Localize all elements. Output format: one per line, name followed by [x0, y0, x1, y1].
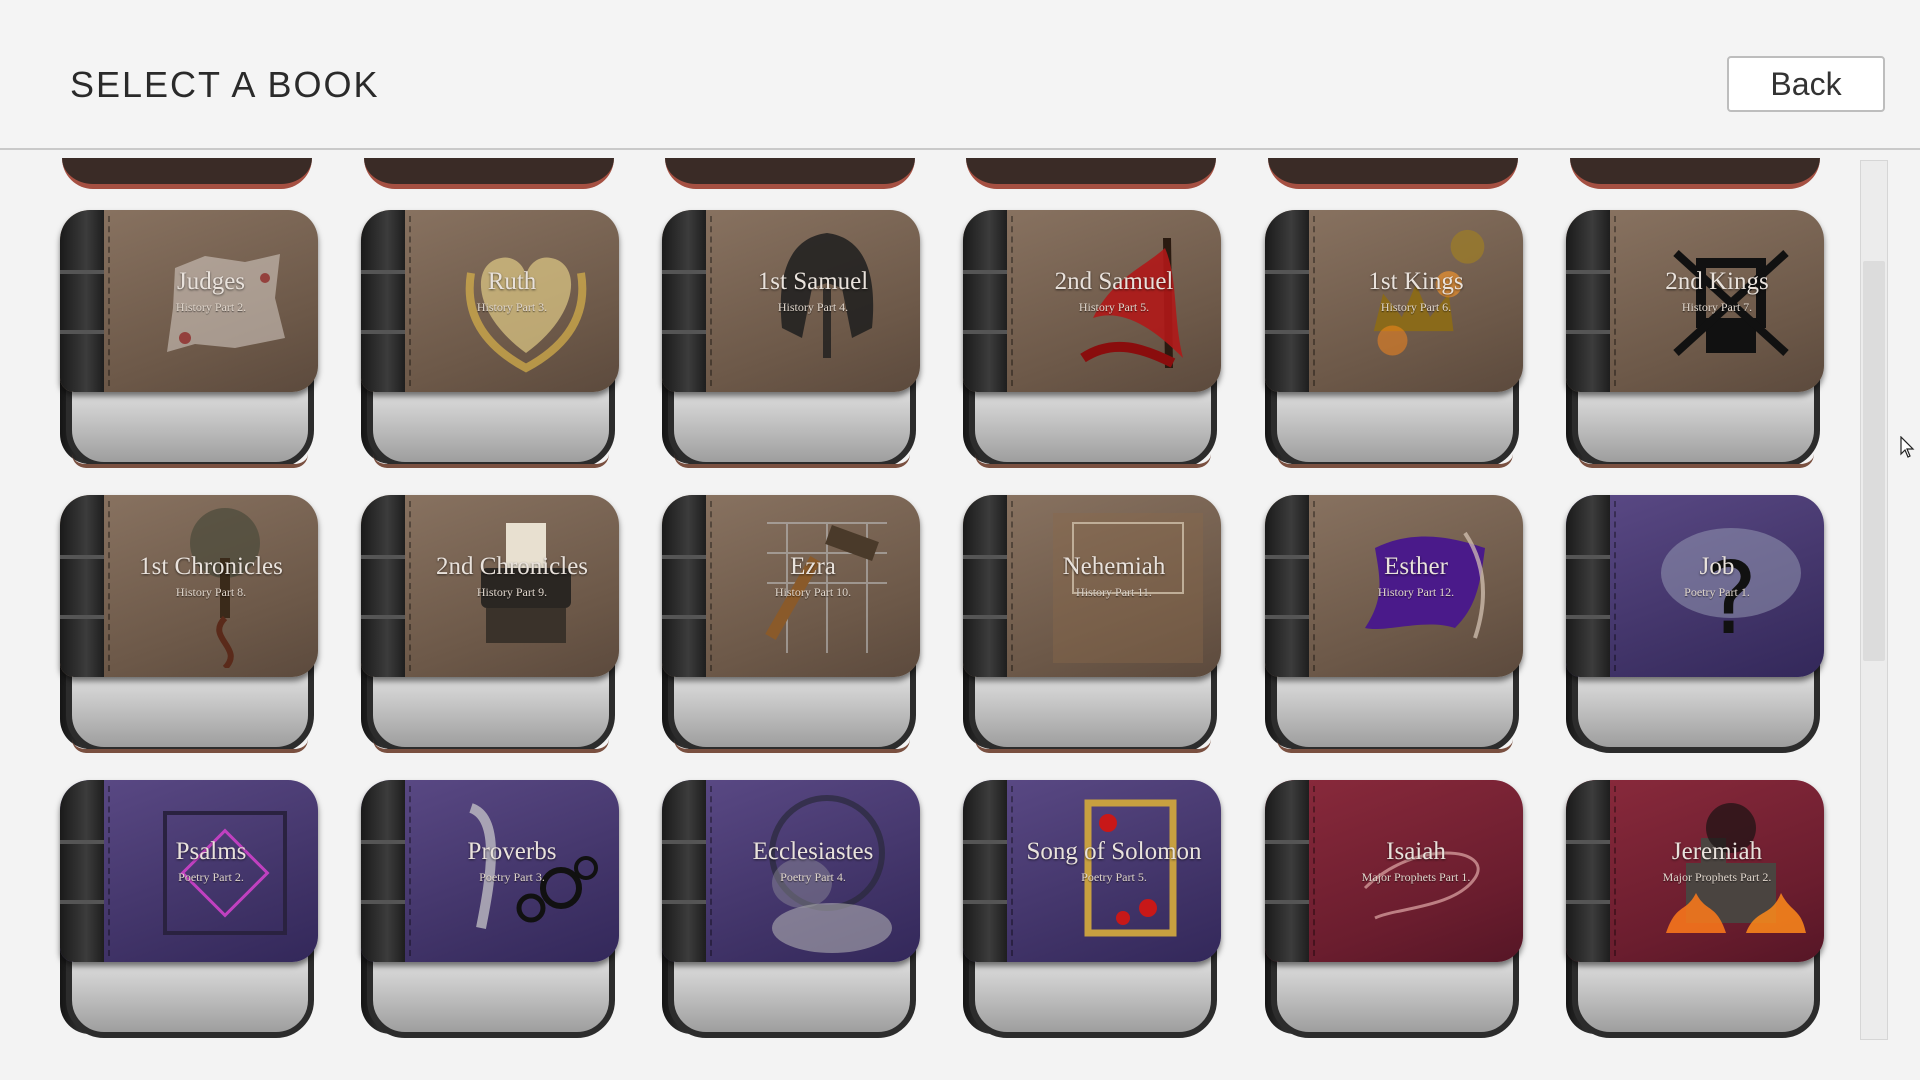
book-cover: Ecclesiastes Poetry Part 4. — [662, 780, 920, 962]
book-title: Jeremiah — [1671, 838, 1763, 865]
book-title: Ezra — [790, 553, 836, 580]
book-cover: 1st Kings History Part 6. — [1265, 210, 1523, 392]
book-ecclesiastes[interactable]: Ecclesiastes Poetry Part 4. — [662, 780, 920, 1038]
book-title: Nehemiah — [1062, 553, 1166, 580]
book-subtitle: History Part 12. — [1377, 585, 1455, 599]
book-esther[interactable]: Esther History Part 12. — [1265, 495, 1523, 753]
book-cover: Song of Solomon Poetry Part 5. — [963, 780, 1221, 962]
book-cover: Psalms Poetry Part 2. — [60, 780, 318, 962]
book-1st-kings[interactable]: 1st Kings History Part 6. — [1265, 210, 1523, 468]
scrollbar[interactable] — [1860, 160, 1888, 1040]
book-cover: Esther History Part 12. — [1265, 495, 1523, 677]
book-subtitle: History Part 11. — [1076, 585, 1152, 599]
mouse-cursor-icon — [1900, 436, 1915, 458]
book-subtitle: History Part 4. — [777, 300, 849, 314]
book-subtitle: Poetry Part 3. — [479, 870, 545, 884]
book-judges[interactable]: Judges History Part 2. — [60, 210, 318, 468]
book-ezra[interactable]: Ezra History Part 10. — [662, 495, 920, 753]
book-cover: 2nd Samuel History Part 5. — [963, 210, 1221, 392]
book-title: Proverbs — [467, 838, 557, 865]
back-button[interactable]: Back — [1727, 56, 1885, 112]
book-cover: Judges History Part 2. — [60, 210, 318, 392]
page-title: SELECT A BOOK — [70, 64, 380, 105]
book-proverbs[interactable]: Proverbs Poetry Part 3. — [361, 780, 619, 1038]
book-cover: 1st Chronicles History Part 8. — [60, 495, 318, 677]
book-title: 1st Samuel — [757, 268, 869, 295]
scroll-thumb[interactable] — [1863, 261, 1885, 661]
book-title: Job — [1699, 553, 1735, 580]
book-cover: 1st Samuel History Part 4. — [662, 210, 920, 392]
book-title: Ecclesiastes — [752, 838, 874, 865]
partial-book[interactable] — [1570, 158, 1820, 189]
book-title: 2nd Chronicles — [435, 553, 589, 580]
book-cover: Isaiah Major Prophets Part 1. — [1265, 780, 1523, 962]
book-subtitle: Major Prophets Part 2. — [1662, 870, 1772, 884]
book-subtitle: Poetry Part 4. — [780, 870, 846, 884]
book-1st-samuel[interactable]: 1st Samuel History Part 4. — [662, 210, 920, 468]
partial-book[interactable] — [665, 158, 915, 189]
book-2nd-chronicles[interactable]: 2nd Chronicles History Part 9. — [361, 495, 619, 753]
book-cover: Proverbs Poetry Part 3. — [361, 780, 619, 962]
book-title: Psalms — [175, 838, 247, 865]
book-cover: Nehemiah History Part 11. — [963, 495, 1221, 677]
book-ruth[interactable]: Ruth History Part 3. — [361, 210, 619, 468]
book-title: 1st Kings — [1368, 268, 1464, 295]
book-job[interactable]: ? Job Poetry Part 1. — [1566, 495, 1824, 753]
book-subtitle: Poetry Part 5. — [1081, 870, 1147, 884]
book-subtitle: Poetry Part 2. — [178, 870, 244, 884]
book-subtitle: History Part 2. — [175, 300, 247, 314]
book-subtitle: Major Prophets Part 1. — [1361, 870, 1471, 884]
book-jeremiah[interactable]: Jeremiah Major Prophets Part 2. — [1566, 780, 1824, 1038]
book-subtitle: History Part 9. — [476, 585, 548, 599]
book-psalms[interactable]: Psalms Poetry Part 2. — [60, 780, 318, 1038]
book-subtitle: History Part 3. — [476, 300, 548, 314]
book-isaiah[interactable]: Isaiah Major Prophets Part 1. — [1265, 780, 1523, 1038]
book-grid: Judges History Part 2. Ruth History Part 3.… — [0, 150, 1850, 1080]
book-song-of-solomon[interactable]: Song of Solomon Poetry Part 5. — [963, 780, 1221, 1038]
book-cover: 2nd Kings History Part 7. — [1566, 210, 1824, 392]
book-cover: Ruth History Part 3. — [361, 210, 619, 392]
book-title: 2nd Samuel — [1054, 268, 1174, 295]
book-title: Ruth — [487, 268, 537, 295]
book-title: 1st Chronicles — [139, 553, 283, 580]
book-cover: Jeremiah Major Prophets Part 2. — [1566, 780, 1824, 962]
header-bar: SELECT A BOOK Back — [0, 0, 1920, 150]
book-cover: ? Job Poetry Part 1. — [1566, 495, 1824, 677]
book-1st-chronicles[interactable]: 1st Chronicles History Part 8. — [60, 495, 318, 753]
book-title: Song of Solomon — [1026, 838, 1202, 865]
book-title: Esther — [1384, 553, 1448, 580]
book-cover: Ezra History Part 10. — [662, 495, 920, 677]
partial-book[interactable] — [966, 158, 1216, 189]
partial-book[interactable] — [1268, 158, 1518, 189]
book-title: Judges — [176, 268, 246, 295]
book-subtitle: Poetry Part 1. — [1684, 585, 1750, 599]
book-subtitle: History Part 8. — [175, 585, 247, 599]
book-subtitle: History Part 5. — [1078, 300, 1150, 314]
book-nehemiah[interactable]: Nehemiah History Part 11. — [963, 495, 1221, 753]
partial-book[interactable] — [62, 158, 312, 189]
book-title: 2nd Kings — [1665, 268, 1769, 295]
book-subtitle: History Part 7. — [1681, 300, 1753, 314]
book-2nd-samuel[interactable]: 2nd Samuel History Part 5. — [963, 210, 1221, 468]
book-2nd-kings[interactable]: 2nd Kings History Part 7. — [1566, 210, 1824, 468]
partial-book[interactable] — [364, 158, 614, 189]
book-subtitle: History Part 10. — [774, 585, 852, 599]
book-subtitle: History Part 6. — [1380, 300, 1452, 314]
book-title: Isaiah — [1386, 838, 1446, 865]
book-cover: 2nd Chronicles History Part 9. — [361, 495, 619, 677]
